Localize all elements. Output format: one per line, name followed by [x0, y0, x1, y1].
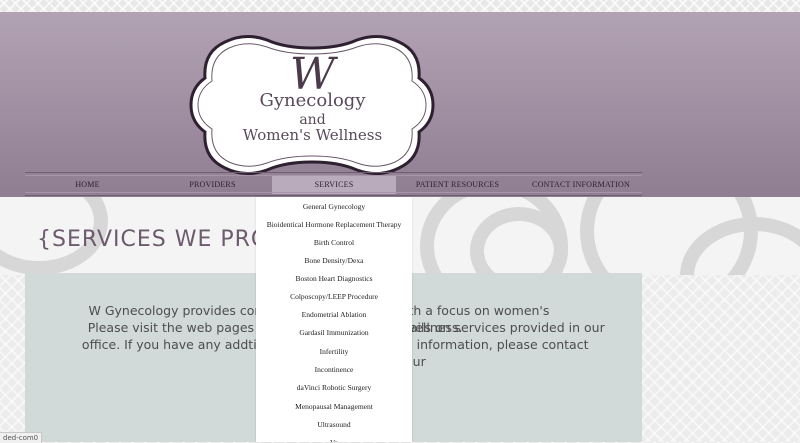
nav-home[interactable]: HOME: [40, 177, 135, 193]
menu-item-bone-density[interactable]: Bone Density/Dexa: [256, 252, 412, 270]
menu-item-general-gynecology[interactable]: General Gynecology: [256, 198, 412, 216]
menu-item-boston-heart[interactable]: Boston Heart Diagnostics: [256, 270, 412, 288]
menu-item-menopausal[interactable]: Menopausal Management: [256, 398, 412, 416]
menu-item-incontinence[interactable]: Incontinence: [256, 361, 412, 379]
menu-item-bioidentical-hormone[interactable]: Bioidentical Hormone Replacement Therapy: [256, 216, 412, 234]
services-dropdown-menu: General Gynecology Bioidentical Hormone …: [256, 197, 412, 442]
menu-item-birth-control[interactable]: Birth Control: [256, 234, 412, 252]
main-nav: HOME PROVIDERS SERVICES PATIENT RESOURCE…: [25, 172, 642, 196]
logo-line-1: Gynecology: [259, 90, 366, 111]
nav-patient-resources[interactable]: PATIENT RESOURCES: [405, 177, 510, 193]
intro-line-3b: e information, please contact our: [405, 337, 589, 369]
nav-contact-information[interactable]: CONTACT INFORMATION: [525, 177, 637, 193]
menu-item-gardasil[interactable]: Gardasil Immunization: [256, 324, 412, 342]
intro-line-2b: tails on services provided in our: [405, 320, 605, 335]
logo-line-3: Women's Wellness: [242, 126, 383, 144]
menu-item-davinci-surgery[interactable]: daVinci Robotic Surgery: [256, 379, 412, 397]
menu-item-ultrasound[interactable]: Ultrasound: [256, 416, 412, 434]
nav-providers[interactable]: PROVIDERS: [165, 177, 260, 193]
status-bar-text: ded-com0: [0, 432, 43, 443]
menu-item-endometrial-ablation[interactable]: Endometrial Ablation: [256, 306, 412, 324]
site-header: W Gynecology and Women's Wellness: [0, 12, 800, 197]
nav-services[interactable]: SERVICES: [272, 176, 396, 194]
menu-item-partial[interactable]: Ve: [256, 434, 412, 442]
top-pattern-strip: [0, 0, 800, 12]
menu-item-colposcopy[interactable]: Colposcopy/LEEP Procedure: [256, 288, 412, 306]
menu-item-infertility[interactable]: Infertility: [256, 343, 412, 361]
site-logo[interactable]: W Gynecology and Women's Wellness: [185, 30, 440, 180]
page-title: {SERVICES WE PROV: [37, 227, 285, 252]
